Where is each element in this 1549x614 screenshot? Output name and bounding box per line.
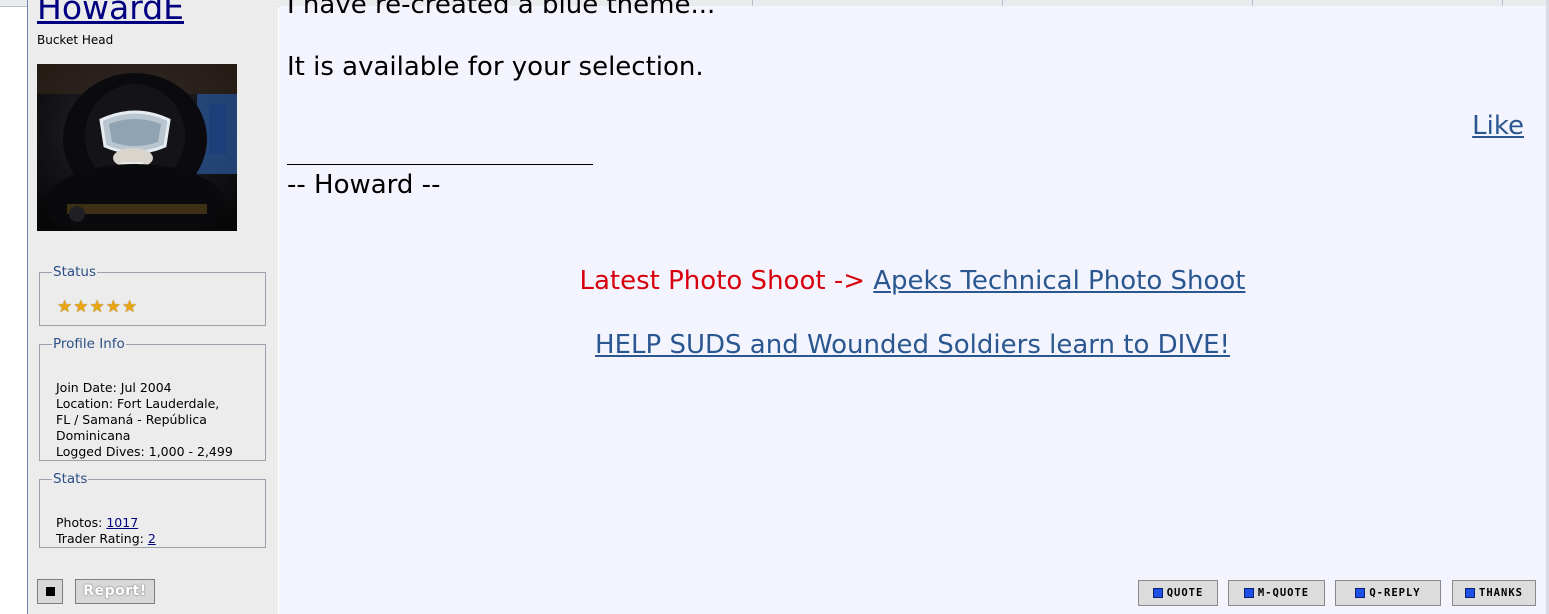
- quote-label: QUOTE: [1166, 587, 1204, 599]
- report-button[interactable]: Report!: [75, 579, 155, 604]
- stats-box: Stats Photos: 1017 Trader Rating: 2: [39, 471, 266, 548]
- trader-rating-link[interactable]: 2: [148, 531, 156, 546]
- trader-stat: Trader Rating: 2: [56, 531, 156, 547]
- multi-quote-button[interactable]: M-QUOTE: [1228, 580, 1325, 606]
- star-rating: ★ ★ ★ ★ ★: [57, 298, 137, 316]
- location-line: Dominicana: [56, 428, 131, 443]
- checkbox-square-icon: [46, 587, 55, 596]
- like-link[interactable]: Like: [1472, 111, 1524, 141]
- star-icon: ★: [73, 297, 89, 317]
- post-text-line: It is available for your selection.: [287, 52, 704, 82]
- status-legend: Status: [53, 264, 97, 280]
- trader-label: Trader Rating:: [56, 531, 148, 546]
- photo-shoot-link[interactable]: Apeks Technical Photo Shoot: [873, 266, 1245, 296]
- avatar[interactable]: [37, 64, 237, 231]
- mquote-label: M-QUOTE: [1257, 587, 1310, 599]
- photos-stat: Photos: 1017: [56, 515, 156, 531]
- thanks-button[interactable]: THANKS: [1452, 580, 1536, 606]
- user-title: Bucket Head: [37, 33, 114, 47]
- star-icon: ★: [122, 297, 138, 317]
- post-body: I have re-created a blue theme... It is …: [279, 0, 1546, 614]
- signature-help-line: HELP SUDS and Wounded Soldiers learn to …: [279, 330, 1546, 360]
- post-text-line: I have re-created a blue theme...: [287, 0, 716, 20]
- star-icon: ★: [57, 297, 73, 317]
- select-post-checkbox[interactable]: [37, 579, 63, 604]
- location-line: Location: Fort Lauderdale,: [56, 396, 220, 411]
- signature-photo-line: Latest Photo Shoot -> Apeks Technical Ph…: [279, 266, 1546, 296]
- button-square-icon: [1355, 588, 1366, 598]
- user-sidebar: HowardE Bucket Head Status ★ ★ ★ ★ ★ Pro…: [28, 0, 278, 614]
- quick-reply-button[interactable]: Q-REPLY: [1335, 580, 1441, 606]
- profile-info-content: Join Date: Jul 2004 Location: Fort Laude…: [56, 380, 233, 460]
- profile-info-box: Profile Info Join Date: Jul 2004 Locatio…: [39, 336, 266, 461]
- username-link[interactable]: HowardE: [37, 0, 184, 28]
- signature-separator: [287, 164, 593, 165]
- star-icon: ★: [105, 297, 121, 317]
- join-date: Join Date: Jul 2004: [56, 380, 172, 395]
- button-square-icon: [1243, 588, 1254, 598]
- photos-label: Photos:: [56, 515, 107, 530]
- status-box: Status ★ ★ ★ ★ ★: [39, 264, 266, 326]
- button-square-icon: [1465, 588, 1476, 598]
- location-line: FL / Samaná - República: [56, 412, 207, 427]
- logged-dives: Logged Dives: 1,000 - 2,499: [56, 444, 233, 459]
- button-square-icon: [1152, 588, 1163, 598]
- quote-button[interactable]: QUOTE: [1138, 580, 1218, 606]
- star-icon: ★: [89, 297, 105, 317]
- avatar-image: [37, 64, 237, 231]
- photos-count-link[interactable]: 1017: [106, 515, 138, 530]
- stats-content: Photos: 1017 Trader Rating: 2: [56, 515, 156, 547]
- thanks-label: THANKS: [1479, 587, 1523, 599]
- photo-shoot-prefix: Latest Photo Shoot ->: [579, 266, 874, 296]
- qreply-label: Q-REPLY: [1369, 587, 1421, 599]
- signature-name: -- Howard --: [287, 170, 441, 200]
- stats-legend: Stats: [53, 471, 88, 487]
- profile-info-legend: Profile Info: [53, 336, 125, 352]
- help-suds-link[interactable]: HELP SUDS and Wounded Soldiers learn to …: [595, 330, 1230, 360]
